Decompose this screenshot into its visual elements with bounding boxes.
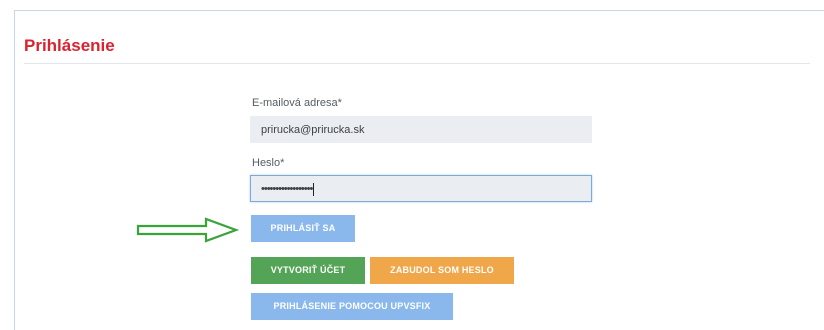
email-value: prirucka@prirucka.sk xyxy=(261,124,365,136)
password-label: Heslo* xyxy=(252,157,285,169)
green-arrow-icon xyxy=(136,217,240,243)
email-field[interactable]: prirucka@prirucka.sk xyxy=(250,116,592,143)
text-caret xyxy=(313,182,315,196)
forgot-password-button[interactable]: ZABUDOL SOM HESLO xyxy=(370,257,514,284)
page-title: Prihlásenie xyxy=(24,36,115,55)
upvs-login-button[interactable]: PRIHLÁSENIE POMOCOU UPVSFIX xyxy=(251,293,453,320)
login-button[interactable]: PRIHLÁSIŤ SA xyxy=(251,215,355,242)
password-value: •••••••••••••••••• xyxy=(261,183,313,195)
title-divider xyxy=(24,63,810,64)
create-account-button[interactable]: VYTVORIŤ ÚČET xyxy=(251,257,365,284)
email-label: E-mailová adresa* xyxy=(252,97,342,109)
password-field[interactable]: •••••••••••••••••• xyxy=(250,175,592,202)
